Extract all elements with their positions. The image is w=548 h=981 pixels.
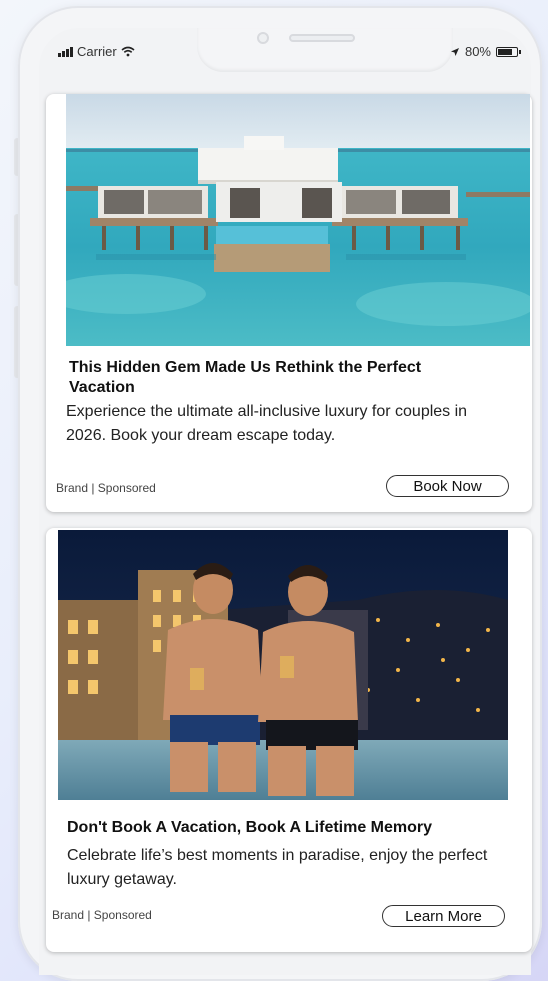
ad-title[interactable]: This Hidden Gem Made Us Rethink the Perf… [69, 358, 439, 398]
ad-description: Experience the ultimate all-inclusive lu… [66, 403, 468, 444]
battery-percentage: 80% [464, 44, 491, 59]
battery-fill [498, 48, 512, 55]
book-now-button[interactable]: Book Now [386, 475, 509, 497]
ad-image-overwater-villa[interactable] [66, 94, 530, 346]
ad-brand-label: Brand | Sponsored [56, 481, 156, 495]
camera-icon [257, 32, 269, 44]
ad-brand-label: Brand | Sponsored [52, 908, 152, 922]
status-bar-left: Carrier [58, 44, 135, 59]
phone-notch [197, 28, 453, 72]
ad-title[interactable]: Don't Book A Vacation, Book A Lifetime M… [67, 818, 517, 838]
wifi-icon [121, 46, 135, 57]
ad-card[interactable]: Don't Book A Vacation, Book A Lifetime M… [46, 528, 532, 952]
speaker-grille [289, 34, 355, 42]
ad-image-rooftop-couple[interactable] [58, 530, 508, 800]
status-bar-right: 80% [450, 44, 521, 59]
signal-icon [58, 46, 73, 57]
overwater-villa-photo [66, 94, 530, 346]
ad-card[interactable]: This Hidden Gem Made Us Rethink the Perf… [46, 94, 532, 512]
rooftop-couple-photo [58, 530, 508, 800]
battery-icon [496, 46, 521, 57]
location-arrow-icon [450, 47, 459, 56]
learn-more-button[interactable]: Learn More [382, 905, 505, 927]
carrier-name: Carrier [77, 44, 117, 59]
ad-description: Celebrate life’s best moments in paradis… [67, 847, 488, 888]
